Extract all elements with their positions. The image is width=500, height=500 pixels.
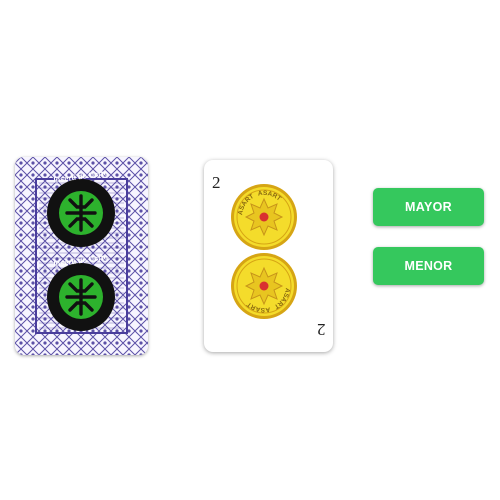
current-card: 2 2 ASART ASART ASART ASART — [204, 160, 333, 352]
higher-button[interactable]: MAYOR — [373, 188, 484, 226]
deck-card-back: Insertí de Ucrte Insertí de Ucrte — [15, 157, 148, 355]
card-back-pattern: Insertí de Ucrte Insertí de Ucrte — [15, 157, 148, 355]
utn-emblem-top — [47, 179, 115, 247]
card-rank-top: 2 — [212, 173, 221, 192]
gold-coin-icon: ASART ASART — [231, 183, 297, 250]
utn-emblem-bottom — [47, 263, 115, 331]
card-pips: ASART ASART ASART ASART — [231, 183, 297, 320]
gold-coin-icon: ASART ASART — [231, 253, 297, 320]
lower-button[interactable]: MENOR — [373, 247, 484, 285]
card-rank-bottom: 2 — [316, 320, 326, 339]
